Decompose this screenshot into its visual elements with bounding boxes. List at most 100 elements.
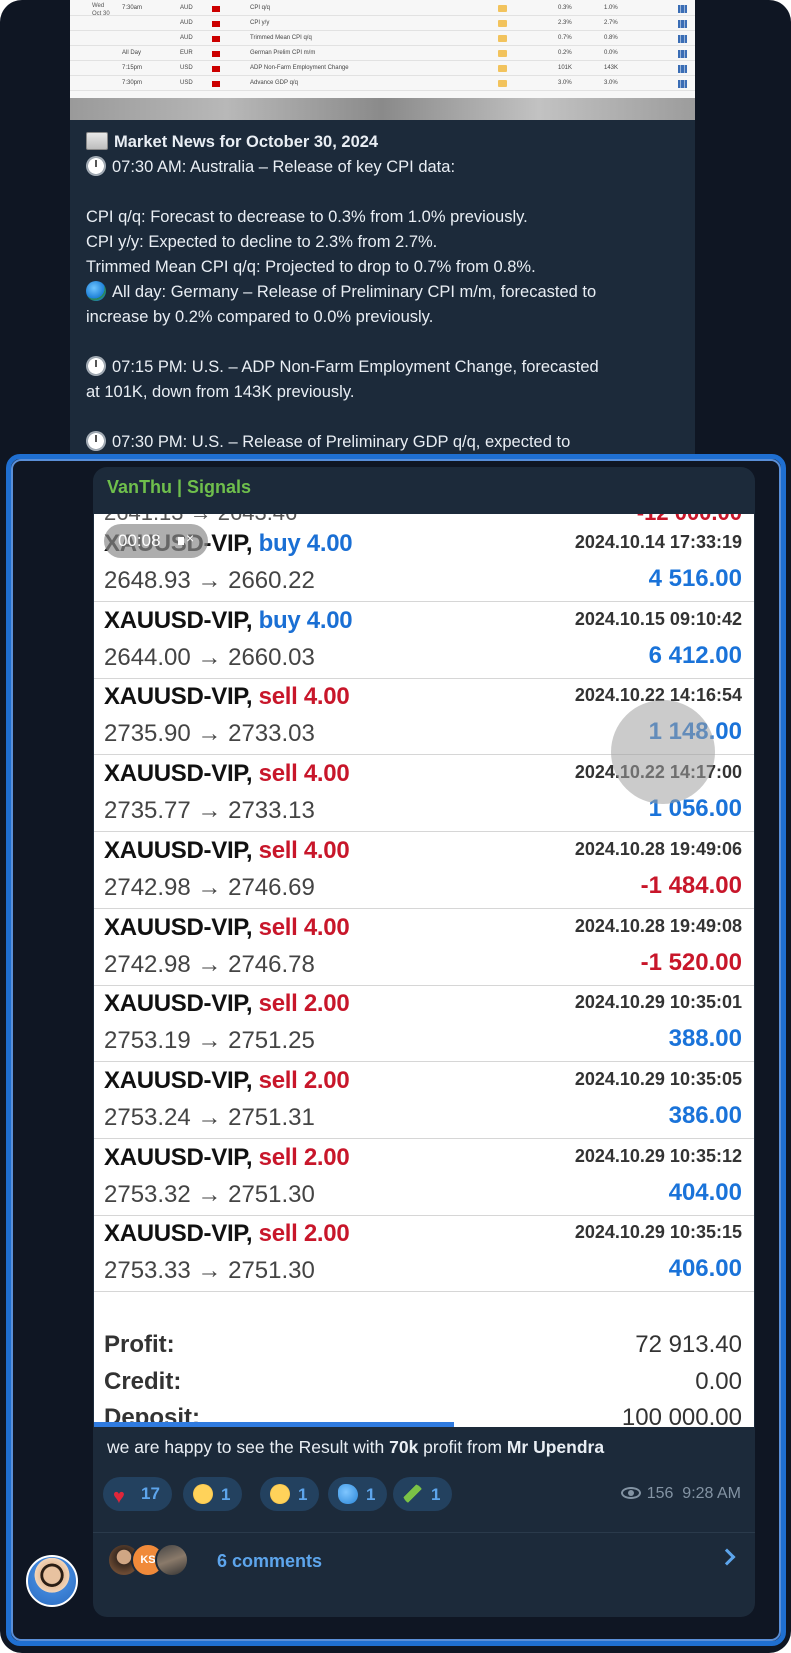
folder-icon[interactable] bbox=[498, 65, 507, 72]
news-line: 07:30 PM: U.S. – Release of Preliminary … bbox=[112, 433, 571, 451]
chart-icon[interactable] bbox=[678, 65, 687, 73]
touch-indicator bbox=[611, 700, 715, 804]
profit-label: Profit: bbox=[104, 1331, 175, 1358]
clock-icon bbox=[86, 431, 106, 451]
calendar-time: 7:15pm bbox=[122, 65, 143, 71]
trade-profit: 406.00 bbox=[668, 1255, 742, 1283]
message-meta: 156 9:28 AM bbox=[620, 1485, 741, 1503]
trade-profit: 6 412.00 bbox=[648, 641, 742, 669]
calendar-event: CPI y/y bbox=[250, 20, 270, 26]
comments-label[interactable]: 6 comments bbox=[217, 1551, 322, 1572]
calendar-forecast: 0.7% bbox=[558, 35, 572, 41]
reaction-bottle[interactable]: 1 bbox=[393, 1477, 453, 1511]
folder-icon[interactable] bbox=[498, 80, 507, 87]
reaction-whale[interactable]: 1 bbox=[328, 1477, 388, 1511]
trade-side: sell 2.00 bbox=[258, 990, 350, 1018]
folder-icon[interactable] bbox=[498, 35, 507, 42]
comments-button[interactable]: KS 6 comments bbox=[93, 1532, 755, 1617]
calendar-event: Trimmed Mean CPI q/q bbox=[250, 35, 312, 41]
news-line: 07:15 PM: U.S. – ADP Non-Farm Employment… bbox=[112, 358, 599, 376]
news-text: Market News for October 30, 2024 07:30 A… bbox=[86, 130, 686, 455]
deposit-value: 100 000.00 bbox=[621, 1404, 742, 1427]
credit-value: 0.00 bbox=[695, 1368, 742, 1395]
heart-icon: ♥ bbox=[113, 1486, 125, 1508]
message-time: 9:28 AM bbox=[682, 1485, 741, 1502]
impact-icon bbox=[212, 21, 220, 27]
clock-icon bbox=[86, 356, 106, 376]
reaction-grin[interactable]: 1 bbox=[260, 1477, 320, 1511]
channel-name[interactable]: VanThu | Signals bbox=[107, 477, 251, 498]
chart-icon[interactable] bbox=[678, 50, 687, 58]
newspaper-icon bbox=[86, 132, 108, 150]
chart-icon[interactable] bbox=[678, 80, 687, 88]
trade-row: XAUUSD-VIP, sell 2.00 2024.10.29 10:35:15… bbox=[94, 1211, 754, 1293]
trade-side: sell 2.00 bbox=[258, 1143, 350, 1171]
eye-icon bbox=[620, 1487, 641, 1499]
globe-icon bbox=[86, 281, 106, 301]
trade-history-video[interactable]: 2641.13 → 2643.46 -12 000.00 XAUUSD-VIP,… bbox=[94, 514, 754, 1427]
calendar-previous: 1.0% bbox=[604, 5, 618, 11]
calendar-previous: 3.0% bbox=[604, 80, 618, 86]
trade-prices: 2753.33 → 2751.30 bbox=[104, 1257, 315, 1285]
trade-symbol: XAUUSD-VIP, buy 4.00 bbox=[104, 606, 353, 634]
trade-prices: 2742.98 → 2746.78 bbox=[104, 950, 315, 978]
trade-row: XAUUSD-VIP, buy 4.00 2024.10.15 09:10:42 2… bbox=[94, 598, 754, 679]
trade-symbol: XAUUSD-VIP, sell 4.00 bbox=[104, 913, 350, 941]
calendar-time: 7:30pm bbox=[122, 80, 143, 86]
mute-icon[interactable] bbox=[178, 530, 194, 549]
impact-icon bbox=[212, 51, 220, 57]
reaction-hearteyes[interactable]: 1 bbox=[183, 1477, 243, 1511]
calendar-currency: EUR bbox=[180, 50, 193, 56]
calendar-previous: 143K bbox=[604, 65, 619, 71]
credit-label: Credit: bbox=[104, 1368, 182, 1395]
trade-date: 2024.10.29 10:35:12 bbox=[574, 1145, 742, 1166]
video-progress[interactable] bbox=[94, 1422, 454, 1427]
calendar-event: Advance GDP q/q bbox=[250, 80, 298, 86]
calendar-currency: USD bbox=[180, 65, 193, 71]
video-timer[interactable]: 00:08 bbox=[104, 524, 208, 558]
chart-icon[interactable] bbox=[678, 35, 687, 43]
folder-icon[interactable] bbox=[498, 50, 507, 57]
trade-date: 2024.10.28 19:49:08 bbox=[574, 915, 742, 936]
previous-post: Wed Oct 30 7:30am AUD CPI q/q 0.3% 1.0% AUD CP… bbox=[70, 0, 695, 460]
calendar-forecast: 101K bbox=[558, 65, 573, 71]
chart-icon[interactable] bbox=[678, 20, 687, 28]
news-line: CPI q/q: Forecast to decrease to 0.3% fr… bbox=[86, 208, 528, 226]
trade-profit: 404.00 bbox=[668, 1178, 742, 1206]
trade-date: 2024.10.28 19:49:06 bbox=[574, 838, 742, 859]
chart-icon[interactable] bbox=[678, 5, 687, 13]
trade-date: 2024.10.29 10:35:15 bbox=[574, 1222, 742, 1243]
chevron-right-icon[interactable] bbox=[718, 1548, 736, 1566]
trade-date: 2024.10.29 10:35:05 bbox=[574, 1068, 742, 1089]
trade-row: XAUUSD-VIP, sell 2.00 2024.10.29 10:35:12… bbox=[94, 1135, 754, 1216]
blurred-strip bbox=[70, 98, 695, 120]
trade-date: 2024.10.14 17:33:19 bbox=[574, 532, 742, 552]
trade-row: XAUUSD-VIP, sell 4.00 2024.10.28 19:49:08… bbox=[94, 905, 754, 986]
folder-icon[interactable] bbox=[498, 20, 507, 27]
trade-row: XAUUSD-VIP, sell 4.00 2024.10.28 19:49:06… bbox=[94, 828, 754, 909]
folder-icon[interactable] bbox=[498, 5, 507, 12]
trade-row: XAUUSD-VIP, sell 2.00 2024.10.29 10:35:05… bbox=[94, 1058, 754, 1139]
calendar-event: German Prelim CPI m/m bbox=[250, 50, 316, 56]
clock-icon bbox=[86, 156, 106, 176]
whale-icon bbox=[338, 1484, 358, 1504]
news-line: at 101K, down from 143K previously. bbox=[86, 383, 355, 401]
calendar-row: 7:30am AUD CPI q/q 0.3% 1.0% bbox=[70, 2, 695, 16]
news-line: CPI y/y: Expected to decline to 2.3% fro… bbox=[86, 233, 438, 251]
reaction-heart[interactable]: ♥ 17 bbox=[103, 1477, 172, 1511]
calendar-previous: 0.8% bbox=[604, 35, 618, 41]
app-frame: Wed Oct 30 7:30am AUD CPI q/q 0.3% 1.0% AUD CP… bbox=[0, 0, 791, 1653]
trade-symbol: XAUUSD-VIP, sell 4.00 bbox=[104, 760, 350, 788]
heart-eyes-icon bbox=[193, 1484, 213, 1504]
news-line: 07:30 AM: Australia – Release of key CPI… bbox=[112, 158, 456, 176]
trade-symbol: XAUUSD-VIP, sell 2.00 bbox=[104, 1220, 350, 1248]
profit-value: 72 913.40 bbox=[635, 1331, 742, 1358]
impact-icon bbox=[212, 6, 220, 12]
trade-symbol: XAUUSD-VIP, sell 4.00 bbox=[104, 683, 350, 711]
impact-icon bbox=[212, 81, 220, 87]
video-time: 00:08 bbox=[118, 531, 161, 550]
trade-profit: 4 516.00 bbox=[648, 565, 742, 592]
signal-message[interactable]: VanThu | Signals 2641.13 → 2643.46 -12 0… bbox=[93, 467, 755, 1617]
news-title: Market News for October 30, 2024 bbox=[114, 133, 379, 151]
sender-avatar[interactable] bbox=[26, 1555, 78, 1607]
